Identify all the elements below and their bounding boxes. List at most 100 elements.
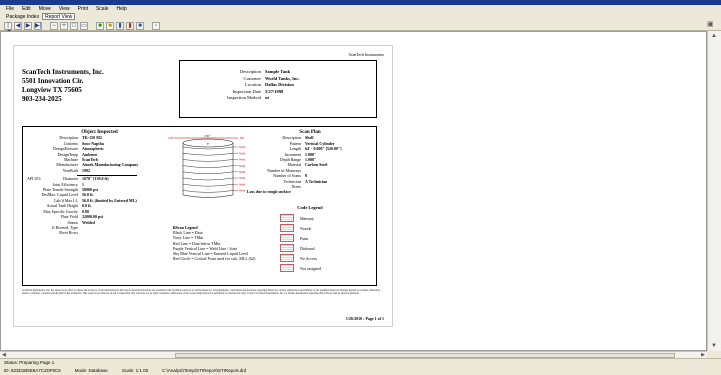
blue-icon[interactable]: ■ — [136, 21, 144, 30]
code-label: Paint — [300, 235, 309, 241]
object-inspected-section: Object Inspected Description TK-150 M2 Co… — [27, 130, 172, 236]
code-label: Dishcmd — [300, 245, 315, 251]
code-legend-row: Dishcmd — [280, 243, 340, 253]
object-row: Rivet Rows — [27, 230, 172, 235]
code-label: Not assigned — [300, 265, 321, 271]
info-key: Inspection Method — [227, 95, 261, 100]
info-value: ut — [265, 95, 270, 100]
code-swatch — [280, 214, 294, 223]
toolbar-separator — [44, 22, 48, 30]
tank-ring — [182, 146, 234, 150]
menu-print[interactable]: Print — [78, 5, 88, 13]
print-preview-icon[interactable]: ▣ — [707, 21, 715, 29]
menu-edit[interactable]: Edit — [22, 5, 31, 13]
tank-ring — [182, 190, 234, 193]
chart-icon[interactable]: ▮ — [116, 21, 124, 30]
api-label: API 653 — [27, 176, 41, 181]
object-value: 1670" [139.0 ft] — [82, 176, 109, 182]
menu-help[interactable]: Help — [116, 5, 126, 13]
status-bar: Status: Preparing Page 1 — [0, 358, 721, 366]
next-page-icon[interactable]: ▶ — [24, 21, 32, 30]
report-viewer: ScanTech Instruments ScanTech Instrument… — [0, 31, 707, 351]
status-text: Status: Preparing Page 1 — [4, 360, 55, 365]
info-row: Inspection Method ut — [180, 95, 376, 102]
tab-report-view[interactable]: Report View — [42, 13, 76, 20]
tank-ring — [182, 159, 234, 162]
toolbar: |◀ ◀ ▶ ▶| − + □ ▭ ■ ■ ▮ ▮ ■ ▫ — [0, 21, 721, 35]
object-key: Rivet Rows — [59, 230, 78, 236]
view-tabs: Package Index Report View — [0, 13, 721, 21]
zoom-out-icon[interactable]: − — [50, 21, 58, 30]
tab-package-index[interactable]: Package Index — [6, 13, 39, 21]
object-value: Welded — [82, 219, 95, 225]
scan-value: Carbon Steel — [305, 162, 328, 168]
tank-rings: WeldWeldWeldWeldWeldWeldWeldWeld — [182, 145, 246, 198]
code-legend-row: Nozzle — [280, 223, 340, 233]
menu-view[interactable]: View — [59, 5, 70, 13]
tank-ring — [182, 177, 234, 181]
status-scale: Scale: 1:1.00 — [121, 368, 149, 373]
tank-label-top: 180° — [204, 134, 211, 138]
tank-label-left: 270 — [168, 136, 174, 140]
company-block: ScanTech Instruments, Inc. 5501 Innovati… — [22, 68, 104, 104]
scroll-down-icon[interactable]: ▼ — [711, 343, 717, 349]
status-mode: Mode: Database — [74, 368, 108, 373]
scan-plan-section: Scan Plan Description Shell Pattern Vertic… — [245, 130, 375, 195]
code-legend-row: No Access — [280, 253, 340, 263]
page-icon[interactable]: □ — [70, 21, 78, 30]
info-bar: ID: 823D1B5E6A7C2DF8C5 Mode: Database Sc… — [0, 366, 721, 375]
tank-ring — [182, 171, 234, 174]
vertical-scrollbar[interactable]: ▲ ▼ — [707, 31, 721, 351]
status-id: ID: 823D1B5E6A7C2DF8C5 — [4, 368, 61, 373]
bscan-legend: BScan Legend Black Line = Data Navy Line… — [173, 225, 283, 261]
tank-label-right: 90 — [240, 136, 244, 140]
first-page-icon[interactable]: |◀ — [4, 21, 12, 35]
company-name: ScanTech Instruments, Inc. — [22, 68, 104, 76]
code-label: Nozzle — [300, 225, 312, 231]
company-city: Longview TX 75605 — [22, 86, 82, 94]
horizontal-scrollbar[interactable]: ◀ ▶ — [0, 351, 707, 358]
code-label: Manway — [300, 215, 314, 221]
tank-marker: ▾ — [207, 142, 209, 146]
disclaimer-text: ScanTech Instruments, Inc. has made ever… — [22, 289, 381, 296]
red-icon[interactable]: ▮ — [126, 21, 134, 30]
zoom-in-icon[interactable]: + — [60, 21, 68, 30]
save-icon[interactable]: ■ — [106, 21, 114, 30]
object-value: Atmek Manufacturing Company — [82, 162, 139, 168]
print-icon[interactable]: ▭ — [80, 21, 88, 30]
tank-diagram: 270 180° 90 WeldWeldWeldWeldWeldWeldWeld… — [168, 134, 246, 198]
toolbar-separator — [90, 22, 94, 30]
last-page-icon[interactable]: ▶| — [34, 21, 42, 30]
page-footer: 1/26/2010 : Page 1 of 1 — [345, 316, 384, 321]
tank-ring — [182, 165, 234, 168]
object-value: 1992 — [82, 167, 90, 173]
code-legend-title: Code Legend — [297, 205, 323, 210]
code-swatch — [280, 264, 294, 273]
inspection-info-box: Description Sample Tank Customer World Tan… — [179, 60, 377, 118]
status-path: C:\Analyst\Temp\STIReport\STIReport.drd — [162, 368, 247, 373]
company-address: 5501 Innovation Cir. — [22, 77, 84, 85]
code-legend-row: Manway — [280, 213, 340, 223]
tank-bottom — [182, 194, 234, 198]
prev-page-icon[interactable]: ◀ — [14, 21, 22, 30]
export-icon[interactable]: ■ — [96, 21, 104, 30]
menu-bar: File Edit Move View Print Scale Help — [0, 5, 721, 13]
window-icon[interactable]: ▫ — [152, 21, 160, 30]
menu-file[interactable]: File — [6, 5, 14, 13]
company-phone: 903-234-2025 — [22, 95, 62, 103]
code-legend-row: Not assigned — [280, 263, 340, 273]
code-label: No Access — [300, 255, 317, 261]
app-window: File Edit Move View Print Scale Help Pac… — [0, 0, 721, 375]
code-legend-row: Paint — [280, 233, 340, 243]
scroll-up-icon[interactable]: ▲ — [711, 33, 717, 39]
bscan-line: Red Circle = Critical Point used for cal… — [173, 256, 256, 262]
menu-move[interactable]: Move — [39, 5, 51, 13]
toolbar-separator — [146, 22, 150, 30]
code-legend: Code Legend Manway Nozzle Paint Dishcmd … — [280, 205, 340, 273]
menu-scale[interactable]: Scale — [96, 5, 109, 13]
tank-ring — [182, 153, 234, 156]
scan-value: A Technician — [305, 178, 328, 184]
object-key: YearBuilt — [62, 167, 78, 173]
inspection-detail-box: Object Inspected Description TK-150 M2 Co… — [22, 126, 377, 286]
tank-ring — [182, 184, 234, 187]
